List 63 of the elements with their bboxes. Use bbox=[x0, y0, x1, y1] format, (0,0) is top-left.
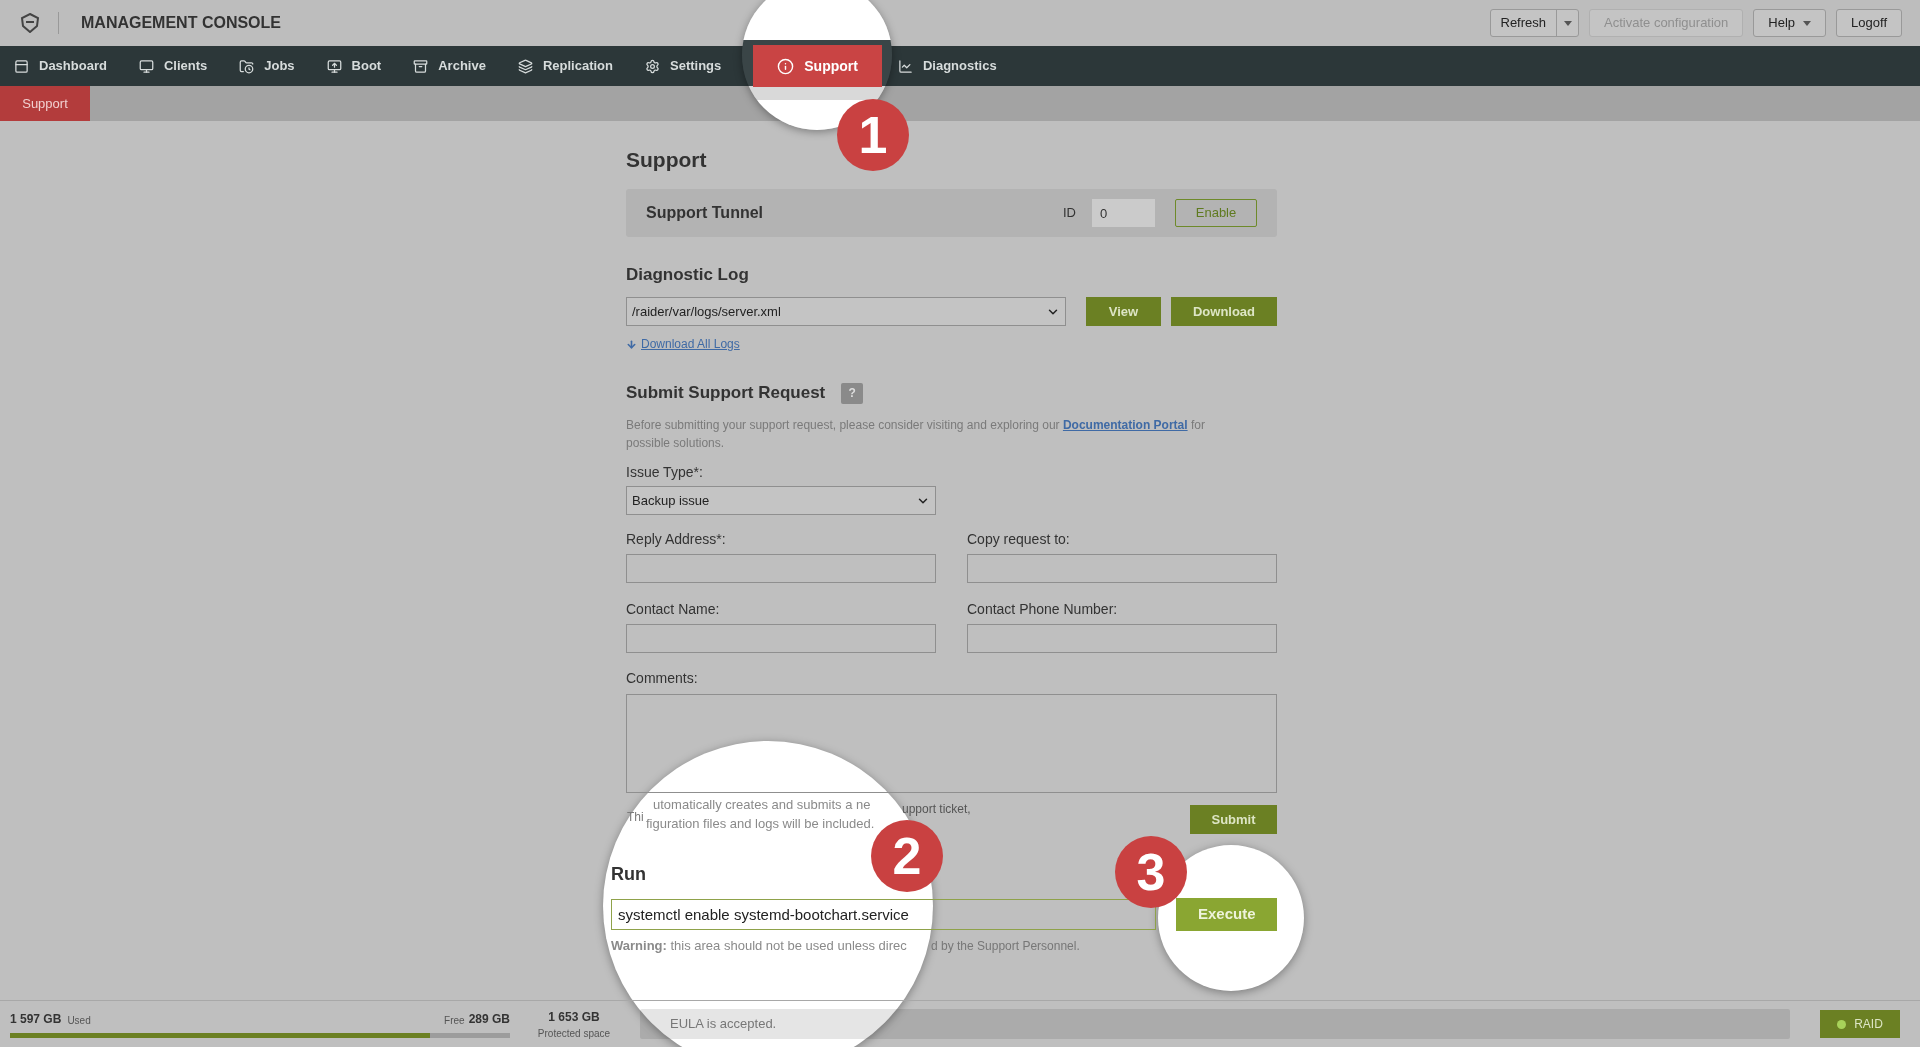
section-title: Diagnostic Log bbox=[626, 265, 750, 285]
page-title: Support bbox=[626, 147, 708, 173]
nav-icon bbox=[239, 58, 255, 74]
free-amount: 289 GB bbox=[468, 1011, 510, 1028]
input-field[interactable] bbox=[967, 624, 1277, 653]
eula-text: EULA is accepted. bbox=[670, 1015, 777, 1034]
field-label: Reply Address*: bbox=[626, 530, 727, 549]
app-title: MANAGEMENT CONSOLE bbox=[81, 13, 281, 33]
step-marker: 3 bbox=[1115, 836, 1187, 908]
comments-field[interactable] bbox=[626, 694, 1277, 793]
field-label: Comments: bbox=[626, 669, 699, 688]
nav-tab[interactable]: Support bbox=[753, 45, 882, 87]
nav-tab[interactable]: Clients bbox=[138, 46, 208, 86]
input-field[interactable] bbox=[967, 554, 1277, 583]
nav-tab[interactable]: Archive bbox=[413, 46, 486, 86]
section-title: Submit Support Request bbox=[626, 382, 826, 405]
nav-tab[interactable]: Diagnostics bbox=[897, 46, 997, 86]
step-marker: 1 bbox=[837, 99, 909, 171]
nav-icon bbox=[517, 58, 533, 74]
breadcrumb-tab[interactable]: Support bbox=[0, 86, 90, 121]
used-label: Used bbox=[67, 1014, 91, 1028]
log-file-select[interactable]: /raider/var/logs/server.xml bbox=[626, 297, 1066, 326]
nav-icon bbox=[326, 58, 342, 74]
used-amount: 1 597 GB bbox=[10, 1011, 62, 1028]
nav-icon bbox=[14, 58, 29, 74]
caret-icon bbox=[1803, 20, 1812, 26]
refresh-split-button[interactable]: Refresh bbox=[1489, 9, 1580, 37]
nav-icon bbox=[645, 58, 660, 74]
caret-icon bbox=[1563, 20, 1572, 26]
nav-icon bbox=[413, 58, 429, 74]
nav-icon bbox=[138, 58, 154, 74]
id-label: ID bbox=[1063, 204, 1076, 223]
field-label: Contact Phone Number: bbox=[967, 600, 1119, 619]
logo-icon bbox=[20, 13, 40, 33]
field-label: Copy request to: bbox=[967, 530, 1071, 549]
note-text: utomatically creates and submits a ne bbox=[653, 797, 871, 813]
header-button[interactable]: Logoff bbox=[1836, 9, 1902, 37]
run-title: Run bbox=[611, 863, 646, 886]
help-menu-button[interactable]: Help bbox=[1753, 9, 1827, 37]
nav-tab[interactable]: Jobs bbox=[239, 46, 295, 86]
nav-icon bbox=[897, 58, 913, 74]
input-field[interactable] bbox=[626, 624, 936, 653]
protected-label: Protected space bbox=[537, 1026, 611, 1041]
warning-text: Warning: this area should not be used unless direc bbox=[611, 937, 907, 955]
note-text: upport ticket, bbox=[902, 801, 971, 817]
download-icon bbox=[626, 338, 637, 350]
nav-icon bbox=[777, 57, 795, 75]
protected-amount: 1 653 GB bbox=[548, 1008, 600, 1026]
panel-title: Support Tunnel bbox=[646, 203, 763, 223]
nav-tab[interactable]: Replication bbox=[517, 46, 613, 86]
issue-type-select[interactable]: Backup issue bbox=[626, 486, 936, 515]
field-label: Issue Type*: bbox=[626, 463, 704, 482]
warning-text: d by the Support Personnel. bbox=[931, 938, 1080, 955]
nav-tab[interactable]: Boot bbox=[326, 46, 382, 86]
nav-tab[interactable]: Dashboard bbox=[14, 46, 107, 86]
command-field[interactable]: systemctl enable systemd-bootchart.service bbox=[611, 899, 1157, 930]
id-field[interactable]: 0 bbox=[1092, 199, 1155, 227]
field-label: Contact Name: bbox=[626, 600, 721, 619]
input-field[interactable] bbox=[626, 554, 936, 583]
refresh-button[interactable]: Refresh bbox=[1490, 13, 1557, 33]
nav-tab[interactable]: Settings bbox=[645, 46, 722, 86]
intro-text: Before submitting your support request, please consider visiting and exploring our Documentation Portal for possible solutions. bbox=[626, 417, 1206, 452]
free-label: Free bbox=[444, 1014, 465, 1028]
